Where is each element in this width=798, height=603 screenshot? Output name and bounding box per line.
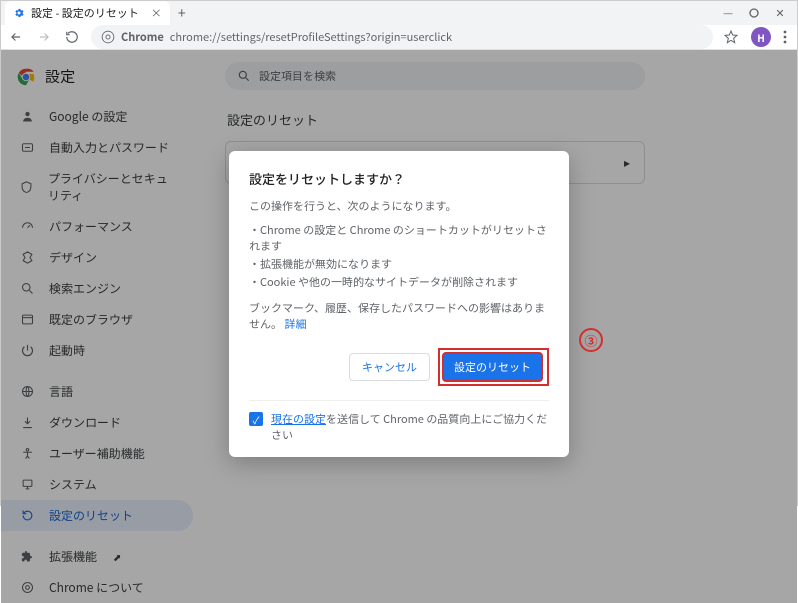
back-button[interactable] [7,28,25,46]
minimize-button[interactable]: — [721,6,735,20]
menu-icon[interactable] [783,30,787,44]
url-text: chrome://settings/resetProfileSettings?o… [170,29,452,45]
title-bar: 設定 - 設定のリセット × + — ✕ [1,1,797,25]
chrome-label: Chrome [121,29,164,45]
details-link[interactable]: 詳細 [284,316,306,332]
dialog-note: ブックマーク、履歴、保存したパスワードへの影響はありません。 詳細 [249,300,549,332]
browser-tab[interactable]: 設定 - 設定のリセット × [5,1,170,25]
dialog-subtitle: この操作を行うと、次のようになります。 [249,198,549,214]
maximize-button[interactable] [747,6,761,20]
bookmark-star-icon[interactable] [723,29,739,45]
annotation-number: ③ [579,328,603,352]
confirm-reset-button[interactable]: 設定のリセット [442,352,543,382]
reset-dialog: 設定をリセットしますか？ この操作を行うと、次のようになります。 ・Chrome… [229,151,569,457]
dialog-bullet: ・Cookie や他の一時的なサイトデータが削除されます [249,274,549,290]
reload-button[interactable] [63,28,81,46]
avatar[interactable]: H [751,27,771,47]
checkbox[interactable]: ✓ [249,412,263,426]
dialog-bullet: ・Chrome の設定と Chrome のショートカットがリセットされます [249,222,549,254]
close-icon[interactable]: × [151,5,162,21]
close-window-button[interactable]: ✕ [773,6,787,20]
forward-button[interactable] [35,28,53,46]
dialog-bullet: ・拡張機能が無効になります [249,256,549,272]
tab-title: 設定 - 設定のリセット [31,5,139,21]
annotation-highlight: 設定のリセット [438,348,549,386]
gear-icon [13,7,25,19]
cancel-button[interactable]: キャンセル [349,353,430,381]
address-bar[interactable]: Chrome chrome://settings/resetProfileSet… [91,25,713,49]
new-tab-button[interactable]: + [170,1,194,25]
dialog-title: 設定をリセットしますか？ [249,169,549,188]
checkbox-label: 現在の設定を送信して Chrome の品質向上にご協力ください [271,411,549,443]
chrome-icon [101,30,115,44]
current-settings-link[interactable]: 現在の設定 [271,411,326,427]
